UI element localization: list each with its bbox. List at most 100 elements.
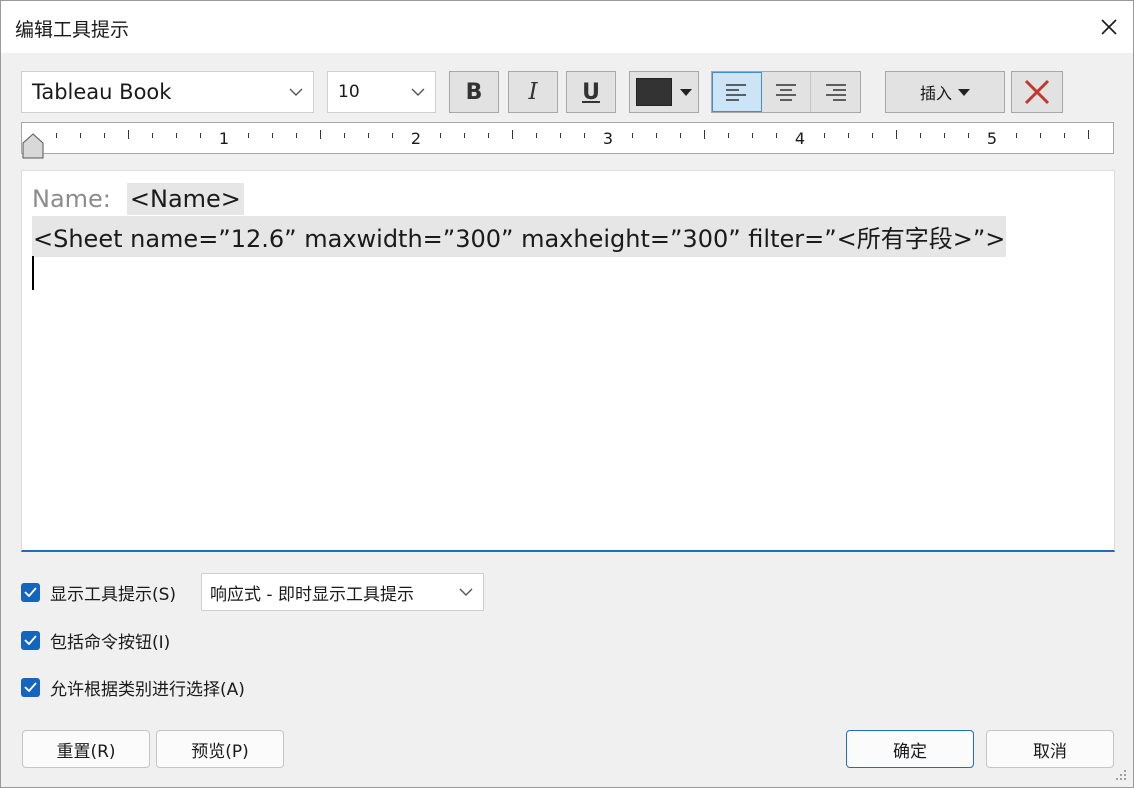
show-tooltip-option: 显示工具提示(S) (21, 579, 176, 605)
ruler-tick (1016, 133, 1017, 138)
ruler-tick (248, 133, 249, 138)
bold-label: B (465, 79, 483, 105)
resize-grip-icon[interactable] (1115, 769, 1127, 781)
ruler-label: 3 (602, 129, 614, 148)
ruler-tick (1040, 133, 1041, 138)
ruler-tick (104, 133, 105, 138)
preview-button[interactable]: 预览(P) (156, 730, 284, 768)
font-family-value: Tableau Book (32, 80, 172, 104)
ruler-tick (848, 133, 849, 138)
font-size-select[interactable]: 10 (327, 71, 436, 113)
dialog-title: 编辑工具提示 (15, 19, 130, 41)
ruler-tick (128, 130, 129, 139)
name-label-text: Name: (32, 185, 111, 213)
ruler-tick (704, 130, 705, 139)
ruler-tick (296, 133, 297, 138)
ruler-tick (1064, 133, 1065, 138)
ruler-label: 4 (794, 129, 806, 148)
ruler-tick (656, 133, 657, 138)
align-center-icon (776, 84, 796, 101)
ruler-label: 2 (410, 129, 422, 148)
ruler-tick (200, 133, 201, 138)
align-right-button[interactable] (811, 72, 860, 112)
allow-category-select-label: 允许根据类别进行选择(A) (50, 679, 245, 700)
font-size-value: 10 (338, 82, 360, 102)
text-color-picker[interactable] (629, 71, 699, 113)
close-icon (1101, 19, 1117, 35)
editor-line-name: Name: <Name> (32, 183, 244, 215)
underline-button[interactable]: U (566, 71, 616, 113)
ruler-tick (584, 133, 585, 138)
ruler-tick (344, 133, 345, 138)
ruler-tick (320, 130, 321, 139)
ok-button[interactable]: 确定 (846, 730, 974, 768)
caret-down-icon (958, 88, 970, 96)
title-bar: 编辑工具提示 (1, 1, 1133, 53)
ruler-tick (944, 133, 945, 138)
name-field-token[interactable]: <Name> (126, 183, 244, 215)
cancel-button[interactable]: 取消 (986, 730, 1114, 768)
bold-button[interactable]: B (449, 71, 499, 113)
checkmark-icon (24, 682, 37, 692)
include-commands-checkbox[interactable] (21, 630, 40, 650)
ruler-tick (56, 133, 57, 138)
clear-all-button[interactable] (1011, 71, 1063, 113)
ruler-tick (512, 130, 513, 139)
ruler-tick (176, 133, 177, 138)
align-right-icon (825, 84, 846, 101)
font-family-select[interactable]: Tableau Book (21, 71, 314, 113)
include-commands-label: 包括命令按钮(I) (50, 632, 171, 653)
insert-label: 插入 (919, 84, 952, 103)
underline-label: U (582, 79, 600, 105)
ruler-tick (728, 133, 729, 138)
italic-button[interactable]: I (508, 71, 558, 113)
ruler-tick (152, 133, 153, 138)
ruler-tick (392, 133, 393, 138)
show-tooltip-label: 显示工具提示(S) (50, 584, 177, 605)
ruler-tick (560, 133, 561, 138)
ruler-tick (872, 133, 873, 138)
tooltip-editor[interactable]: Name: <Name> <Sheet name=”12.6” maxwidth… (21, 170, 1115, 552)
align-left-icon (726, 84, 747, 101)
text-caret (32, 256, 34, 290)
tooltip-mode-select[interactable]: 响应式 - 即时显示工具提示 (201, 573, 484, 611)
allow-category-select-option: 允许根据类别进行选择(A) (21, 674, 245, 700)
ruler-tick (776, 133, 777, 138)
align-center-button[interactable] (762, 72, 812, 112)
ruler-tick (440, 133, 441, 138)
close-button[interactable] (1091, 9, 1127, 45)
ruler-tick (368, 133, 369, 138)
ruler-tick (824, 133, 825, 138)
ruler-tick (968, 133, 969, 138)
ruler-tick (536, 133, 537, 138)
caret-down-icon (680, 88, 692, 96)
show-tooltip-checkbox[interactable] (21, 582, 40, 602)
include-commands-option: 包括命令按钮(I) (21, 627, 170, 653)
ruler-tick (80, 133, 81, 138)
ruler-tick (464, 133, 465, 138)
color-swatch (636, 78, 672, 106)
tooltip-mode-value: 响应式 - 即时显示工具提示 (210, 584, 414, 605)
checkmark-icon (24, 635, 37, 645)
ruler: 1 2 3 4 5 (21, 122, 1114, 159)
chevron-down-icon (449, 588, 483, 597)
ruler-tick (1088, 130, 1089, 139)
ruler-tick (272, 133, 273, 138)
sheet-markup-token[interactable]: <Sheet name=”12.6” maxwidth=”300” maxhei… (32, 216, 1007, 257)
alignment-group (711, 71, 861, 113)
ruler-tick (488, 133, 489, 138)
delete-x-icon (1024, 79, 1050, 105)
ruler-label: 5 (986, 129, 998, 148)
chevron-down-icon (401, 72, 435, 112)
insert-button[interactable]: 插入 (885, 71, 1005, 113)
chevron-down-icon (279, 72, 313, 112)
indent-marker-icon[interactable] (22, 133, 44, 159)
align-left-button[interactable] (712, 72, 762, 112)
ruler-tick (752, 133, 753, 138)
checkmark-icon (24, 587, 37, 597)
allow-category-select-checkbox[interactable] (21, 677, 40, 697)
ruler-label: 1 (218, 129, 230, 148)
edit-tooltip-dialog: 编辑工具提示 Tableau Book 10 B I U 插入 1 2 3 4 … (0, 0, 1134, 788)
reset-button[interactable]: 重置(R) (22, 730, 150, 768)
ruler-tick (632, 133, 633, 138)
